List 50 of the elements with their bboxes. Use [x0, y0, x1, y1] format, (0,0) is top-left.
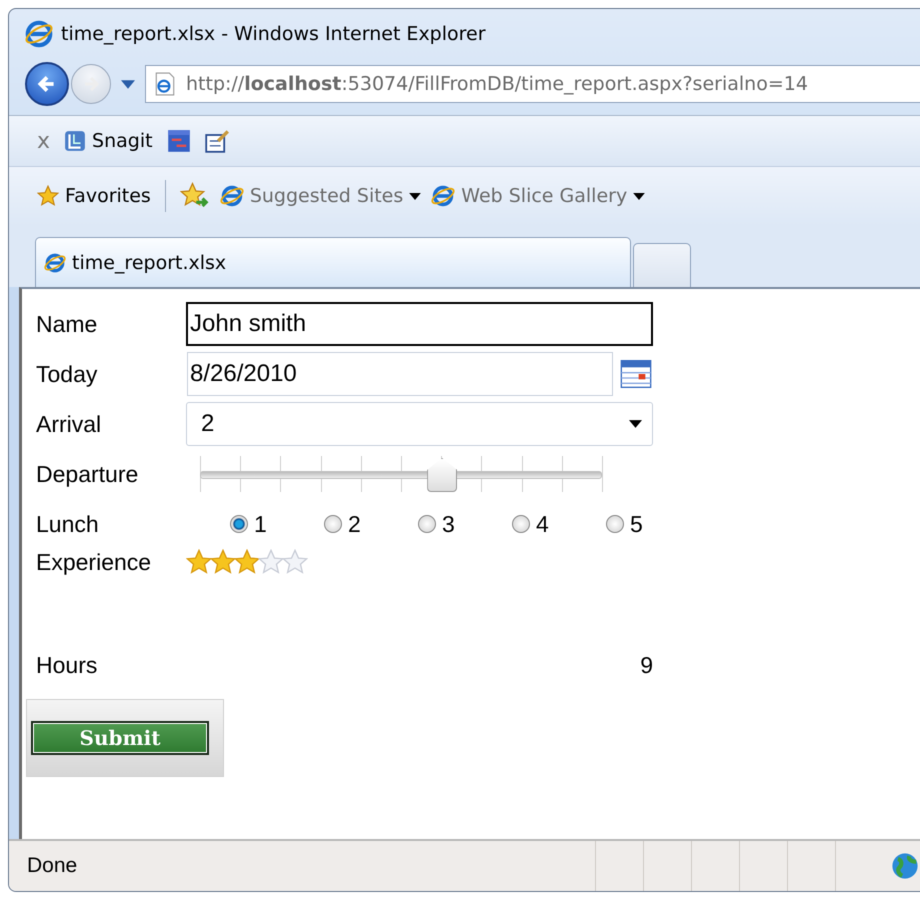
favorites-link[interactable]: Suggested Sites: [220, 184, 422, 208]
browser-logo-icon: [44, 252, 66, 274]
browser-logo-icon: [431, 184, 456, 208]
close-toolbar-button[interactable]: x: [37, 128, 50, 154]
rating-star[interactable]: [186, 549, 212, 575]
radio-option[interactable]: 5: [606, 510, 690, 538]
submit-button[interactable]: Submit: [31, 721, 209, 755]
calendar-icon[interactable]: [620, 359, 652, 389]
snagit-icon: [64, 130, 86, 152]
caret-icon: [409, 192, 422, 200]
window-icon[interactable]: [166, 129, 191, 153]
browser-tab[interactable]: [633, 243, 691, 287]
field-label: Hours: [36, 652, 98, 678]
window-title: time_report.xlsx - Windows Internet Explorer: [61, 23, 486, 45]
date-field[interactable]: 8/26/2010: [187, 352, 613, 396]
snagit-button[interactable]: Snagit: [64, 130, 153, 152]
browser-logo-icon: [25, 20, 53, 48]
field-label: Lunch: [36, 510, 100, 538]
add-favorite-icon[interactable]: [180, 182, 210, 210]
caret-icon: [633, 192, 646, 200]
status-text: Done: [27, 854, 78, 878]
field-label: Experience: [36, 549, 152, 576]
favorites-button[interactable]: Favorites: [37, 185, 151, 207]
caret-icon: [629, 420, 642, 428]
browser-logo-icon: [220, 184, 244, 208]
field-label: Name: [36, 310, 98, 338]
radio-option[interactable]: 2: [324, 510, 408, 538]
star-icon: [37, 185, 59, 207]
field-label: Departure: [36, 460, 140, 488]
globe-icon: [891, 852, 919, 880]
name-field[interactable]: John smith: [186, 302, 653, 346]
dropdown-caret-icon[interactable]: [121, 80, 135, 88]
field-label: Arrival: [36, 410, 102, 438]
arrival-dropdown[interactable]: 2: [186, 402, 653, 446]
favorites-link[interactable]: Web Slice Gallery: [431, 184, 646, 208]
radio-option[interactable]: 3: [418, 510, 502, 538]
hours-value: 9: [639, 652, 653, 678]
rating-star[interactable]: [210, 549, 236, 575]
page-icon: [154, 72, 176, 96]
note-edit-icon[interactable]: [204, 129, 229, 153]
field-label: Today: [36, 360, 98, 388]
slider-thumb[interactable]: [427, 458, 458, 492]
rating-star[interactable]: [234, 549, 260, 575]
browser-tab[interactable]: time_report.xlsx: [35, 237, 631, 287]
rating-star[interactable]: [282, 549, 308, 575]
back-button[interactable]: [25, 62, 69, 106]
address-field[interactable]: http://localhost:53074/FillFromDB/time_report.aspx?serialno=14: [145, 65, 920, 103]
radio-option[interactable]: 1: [230, 510, 314, 538]
rating-star[interactable]: [258, 549, 284, 575]
radio-option[interactable]: 4: [512, 510, 596, 538]
